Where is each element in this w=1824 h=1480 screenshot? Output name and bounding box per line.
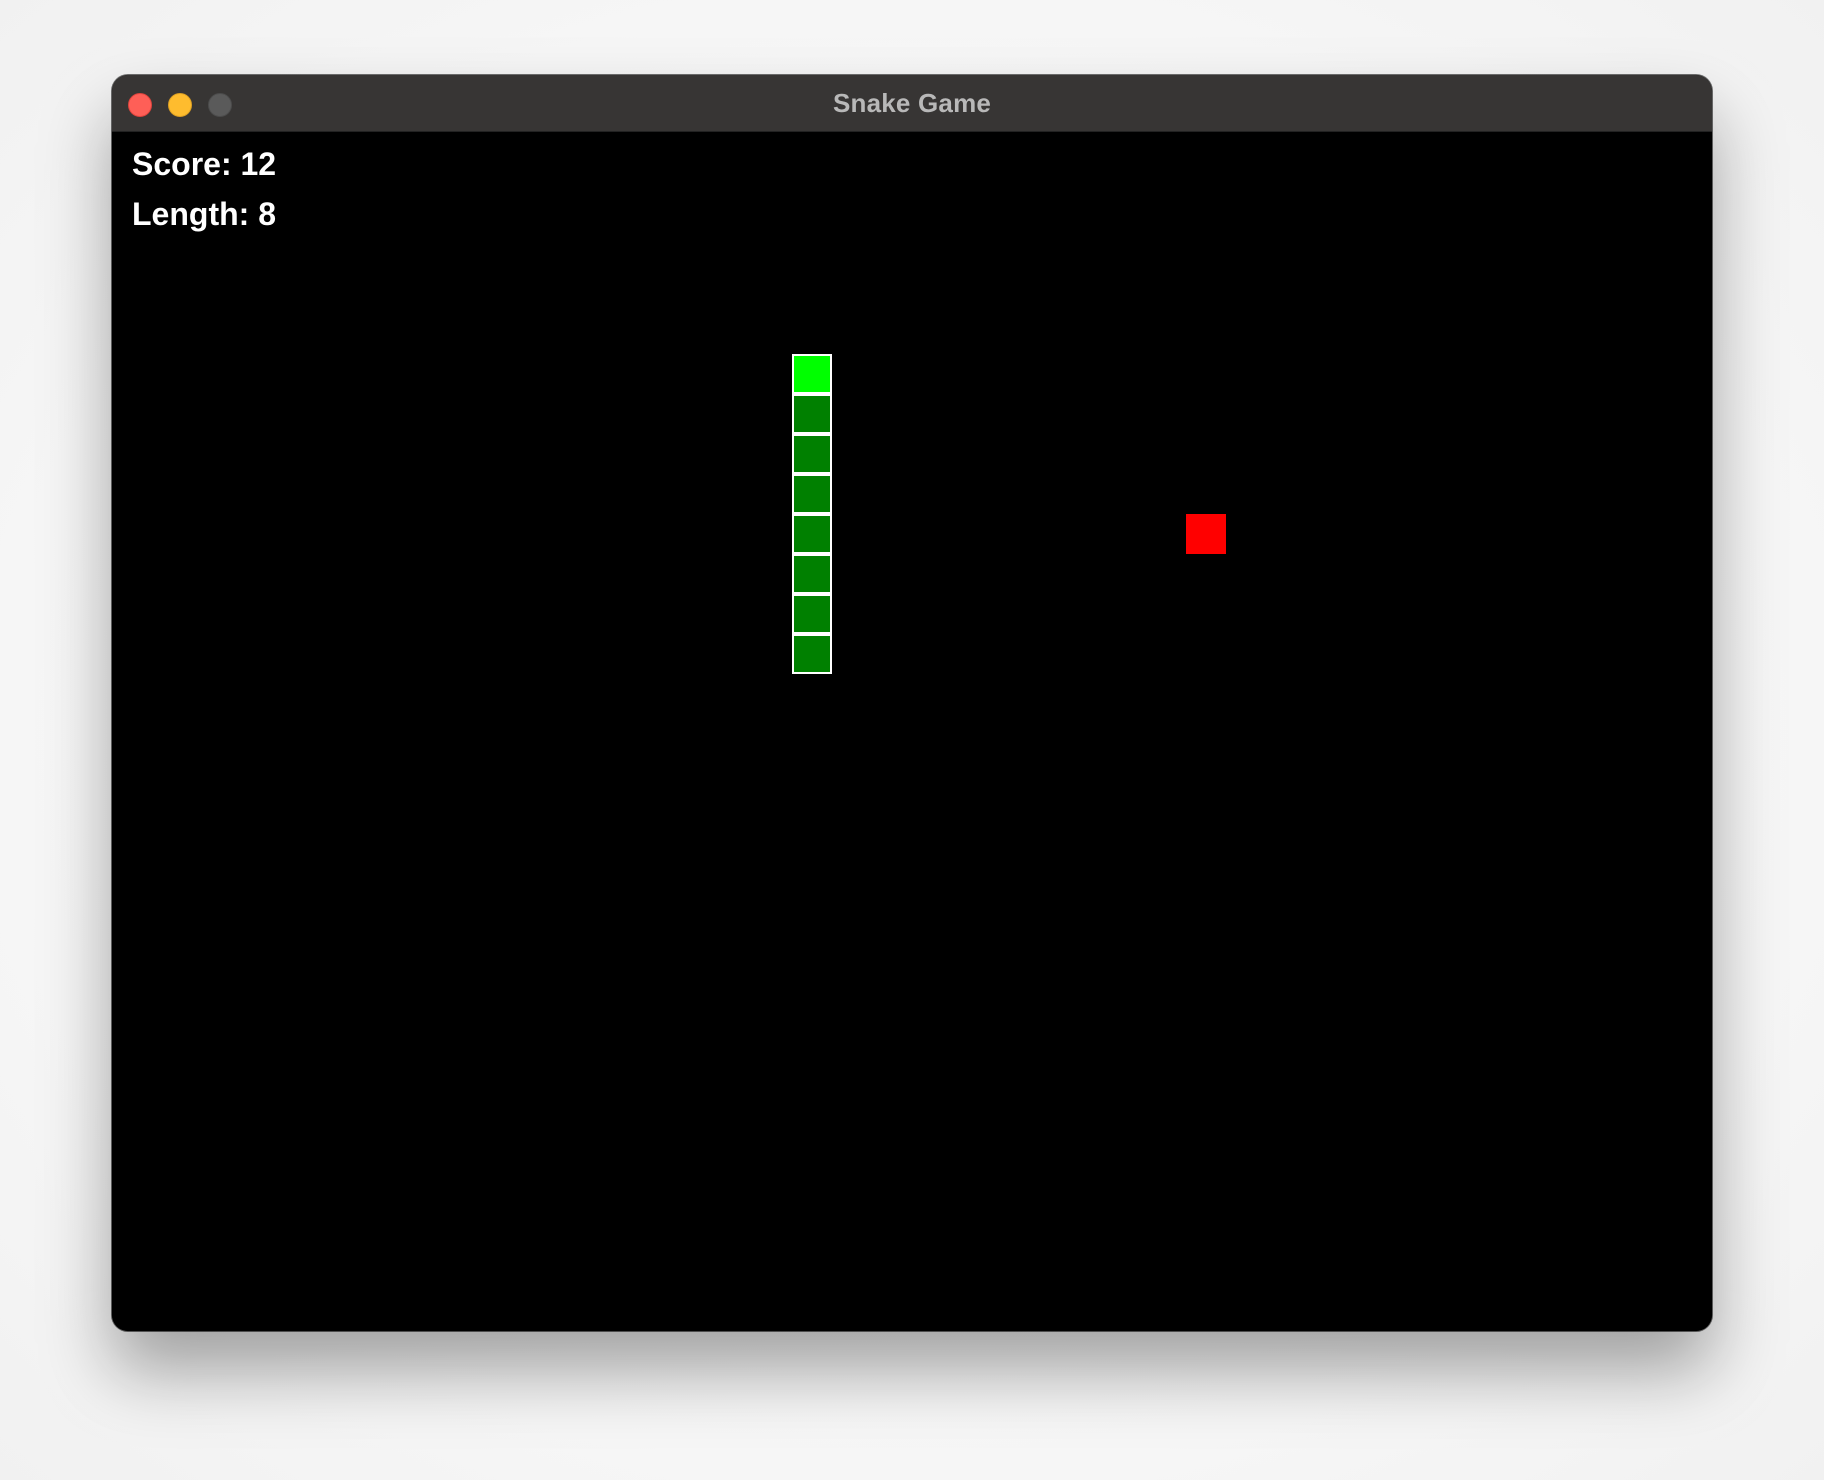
minimize-window-button[interactable] [168, 93, 192, 117]
snake-body-segment [792, 554, 832, 594]
snake-body-segment [792, 514, 832, 554]
score-label: Score: 12 [132, 146, 277, 182]
snake-head [792, 354, 832, 394]
window-title: Snake Game [832, 88, 992, 118]
game-window: Snake Game Score: 12 Length: 8 [112, 75, 1712, 1331]
snake-body-segment [792, 434, 832, 474]
length-label: Length: 8 [132, 196, 276, 232]
close-window-button[interactable] [128, 93, 152, 117]
snake-body-segment [792, 394, 832, 434]
snake-body-segment [792, 474, 832, 514]
zoom-window-button[interactable] [208, 93, 232, 117]
title-bar[interactable]: Snake Game [112, 75, 1712, 132]
snake-body-segment [792, 594, 832, 634]
game-canvas[interactable]: Score: 12 Length: 8 [112, 132, 1712, 1331]
desktop-background: Snake Game Score: 12 Length: 8 [0, 0, 1824, 1480]
snake-body-segment [792, 634, 832, 674]
food-pellet [1186, 514, 1226, 554]
